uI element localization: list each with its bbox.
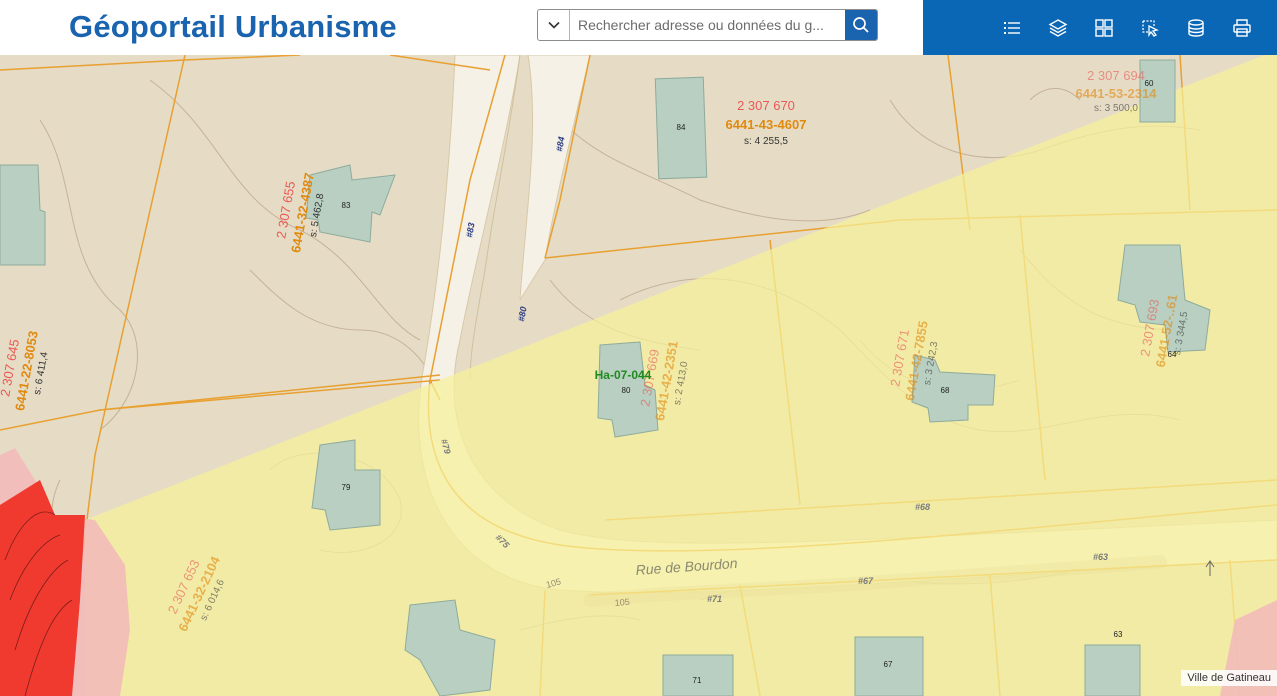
list-icon — [1004, 21, 1020, 34]
search-button[interactable] — [845, 10, 877, 40]
civic-number: #63 — [1093, 552, 1108, 562]
search-icon — [853, 17, 869, 33]
house-number: 80 — [622, 386, 631, 395]
svg-text:6441-53-2314: 6441-53-2314 — [1076, 86, 1158, 101]
house-number: 63 — [1114, 630, 1123, 639]
svg-text:6441-43-4607: 6441-43-4607 — [726, 117, 807, 132]
legend-button[interactable] — [989, 0, 1035, 55]
layers-icon — [1048, 18, 1068, 37]
chevron-down-icon — [547, 21, 560, 29]
app-window: Géoportail Urbanisme Rechercher adresse … — [0, 0, 1277, 696]
print-icon — [1233, 18, 1251, 37]
house-number: 84 — [677, 123, 686, 132]
search-input[interactable] — [570, 10, 845, 40]
svg-text:s: 3 500,0: s: 3 500,0 — [1094, 103, 1138, 114]
map-canvas[interactable]: 84 83 80 68 79 60 64 71 67 63 #84 #83 #8… — [0, 55, 1277, 696]
svg-text:s: 4 255,5: s: 4 255,5 — [744, 136, 788, 147]
print-button[interactable] — [1219, 0, 1265, 55]
grid-icon — [1095, 18, 1113, 37]
civic-number: #67 — [858, 576, 874, 586]
map-view[interactable]: 84 83 80 68 79 60 64 71 67 63 #84 #83 #8… — [0, 55, 1277, 696]
search-options-dropdown[interactable] — [538, 10, 570, 40]
house-number: 68 — [941, 386, 950, 395]
zone-label: Ha-07-044 — [595, 368, 652, 382]
svg-text:2 307 694: 2 307 694 — [1087, 68, 1145, 83]
house-number: 79 — [342, 483, 351, 492]
map-attribution: Ville de Gatineau — [1181, 670, 1277, 686]
toolbar — [923, 0, 1277, 55]
header-bar: Géoportail Urbanisme — [0, 0, 1277, 55]
database-icon — [1188, 18, 1204, 37]
house-number: 83 — [342, 201, 351, 210]
civic-number: #68 — [915, 502, 930, 512]
search-box — [537, 9, 878, 41]
house-number: 67 — [884, 660, 893, 669]
contour-label: 105 — [614, 597, 630, 608]
svg-text:2 307 670: 2 307 670 — [737, 98, 795, 113]
layers-button[interactable] — [1035, 0, 1081, 55]
house-number: 71 — [693, 676, 702, 685]
select-icon — [1142, 19, 1159, 37]
data-button[interactable] — [1173, 0, 1219, 55]
civic-number: #71 — [707, 594, 722, 604]
app-title: Géoportail Urbanisme — [69, 9, 397, 44]
identify-button[interactable] — [1127, 0, 1173, 55]
basemap-button[interactable] — [1081, 0, 1127, 55]
